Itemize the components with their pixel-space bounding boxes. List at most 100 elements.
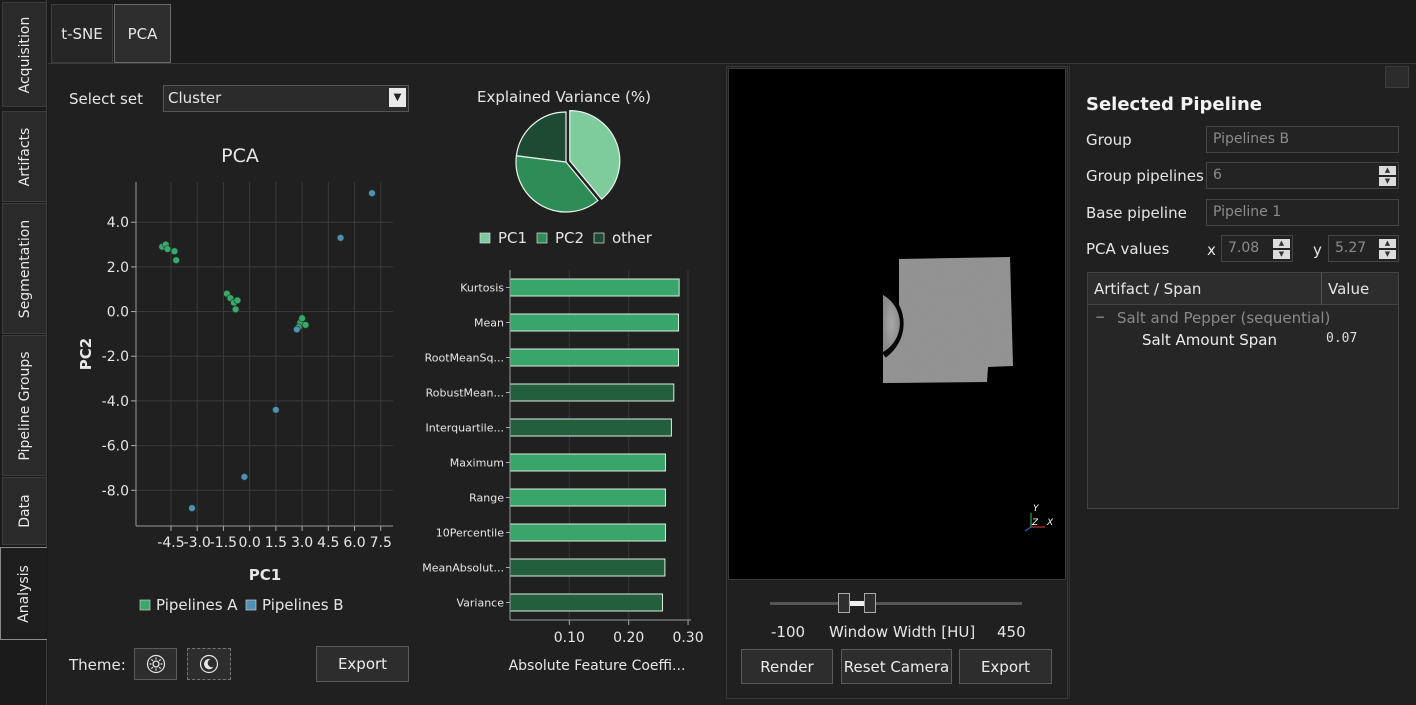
scatter-point [231, 305, 240, 314]
scatter-point [163, 245, 172, 253]
reset-camera-button[interactable]: Reset Camera [841, 649, 952, 684]
legend-swatch [593, 232, 605, 244]
x-tick-label: 0.20 [613, 630, 644, 646]
spin-up-icon[interactable]: ▲ [1379, 166, 1396, 175]
pca-x-label: x [1207, 241, 1216, 259]
group-pipelines-label: Group pipelines [1086, 167, 1204, 185]
spin-down-icon[interactable]: ▼ [1379, 250, 1396, 259]
window-slider-track[interactable] [770, 602, 1022, 605]
collapse-icon[interactable]: − [1095, 310, 1105, 324]
group-field[interactable]: Pipelines B [1206, 126, 1399, 153]
bar [509, 453, 666, 472]
sidebar-tab-label: Acquisition [16, 16, 33, 93]
pca-scatter-chart: PCA-4.5-3.0-1.5 0.0 1.5 3.0 4.5 6.0 7.54.02.00… [77, 145, 393, 614]
scatter-point [188, 504, 196, 512]
x-tick-label: 0.30 [672, 630, 703, 646]
legend-swatch [245, 599, 257, 611]
base-pipeline-field[interactable]: Pipeline 1 [1206, 199, 1399, 226]
select-set-label: Select set [69, 90, 143, 108]
spin-down-icon[interactable]: ▼ [1379, 177, 1396, 186]
theme-label: Theme: [69, 656, 126, 674]
scatter-point [240, 473, 249, 481]
tree-child-label[interactable]: Salt Amount Span [1142, 331, 1277, 349]
y-tick-label: -4.0 [102, 394, 129, 410]
sidebar-tab-pipeline-groups[interactable]: Pipeline Groups [2, 335, 46, 476]
group-label: Group [1086, 131, 1132, 149]
pca-y-value: 5.27 [1335, 240, 1367, 256]
scatter-point [293, 325, 301, 334]
bar [509, 488, 666, 507]
bar-category-label: Variance [456, 597, 504, 610]
explained-variance-pie-chart: Explained Variance (%) PC1 PC2 other [477, 88, 653, 247]
x-tick-label: 0.10 [554, 630, 585, 646]
scatter-point [170, 247, 179, 255]
pie-title: Explained Variance (%) [477, 88, 651, 106]
x-tick-label: 3.0 [291, 535, 313, 551]
select-set-value: Cluster [168, 89, 222, 107]
x-tick-label: 7.5 [370, 535, 392, 551]
spin-down-icon[interactable]: ▼ [1273, 250, 1290, 259]
y-tick-label: 4.0 [107, 215, 129, 231]
spin-up-icon[interactable]: ▲ [1273, 239, 1290, 248]
x-tick-label: -1.5 [210, 535, 237, 551]
legend-swatch [536, 232, 548, 244]
chevron-down-icon[interactable]: ▼ [389, 88, 406, 107]
sun-icon [146, 654, 165, 674]
group-pipelines-value: 6 [1213, 167, 1222, 183]
y-tick-label: -8.0 [102, 483, 129, 499]
artifact-span-column-header[interactable]: Artifact / Span [1088, 273, 1322, 305]
x-tick-label: 1.5 [265, 535, 287, 551]
scatter-point [172, 256, 180, 264]
scatter-point [272, 406, 280, 414]
scatter-point [233, 296, 242, 305]
window-min-value: -100 [771, 623, 806, 641]
y-tick-label: -6.0 [102, 439, 129, 455]
bar [509, 593, 664, 612]
sidebar-tab-label: Segmentation [16, 219, 33, 318]
y-axis-label: PC2 [77, 338, 95, 370]
group-pipelines-spinbox[interactable]: 6 ▲ ▼ [1206, 162, 1399, 189]
close-panel-button[interactable] [1385, 66, 1409, 88]
light-theme-button[interactable] [134, 648, 177, 680]
pca-x-spinbox[interactable]: 7.08 ▲ ▼ [1221, 235, 1293, 262]
render-button[interactable]: Render [741, 649, 833, 684]
pca-x-value: 7.08 [1228, 240, 1260, 256]
export-view-button[interactable]: Export [959, 649, 1052, 684]
sidebar-tab-label: Data [16, 494, 33, 528]
volume-render: Y Z X [880, 257, 1054, 532]
bar-category-label: Range [469, 492, 504, 505]
tab-pca[interactable]: PCA [114, 4, 171, 63]
sidebar-tab-data[interactable]: Data [2, 477, 46, 545]
volume-viewer[interactable]: Y Z X [728, 68, 1066, 580]
window-slider-max-handle[interactable] [864, 593, 876, 613]
sidebar-tab-acquisition[interactable]: Acquisition [2, 2, 46, 107]
sidebar-tab-label: Artifacts [16, 127, 33, 186]
artifact-span-tree[interactable]: Artifact / Span Value − Salt and Pepper … [1087, 272, 1399, 509]
sidebar-tab-analysis[interactable]: Analysis [0, 547, 47, 640]
pca-y-spinbox[interactable]: 5.27 ▲ ▼ [1328, 235, 1399, 262]
tab-t-sne[interactable]: t-SNE [51, 4, 113, 63]
select-set-combo[interactable]: Cluster ▼ [163, 85, 409, 112]
x-axis-label: Absolute Feature Coeffi... [509, 658, 686, 674]
axis-z-label: Z [1031, 518, 1039, 528]
sidebar-tab-label: Analysis [16, 564, 32, 623]
legend-label: other [612, 229, 653, 247]
sidebar-tab-segmentation[interactable]: Segmentation [2, 203, 46, 334]
dark-theme-button[interactable] [187, 648, 231, 680]
value-column-header[interactable]: Value [1322, 273, 1398, 305]
sidebar-tab-artifacts[interactable]: Artifacts [2, 111, 46, 202]
y-tick-label: 2.0 [107, 260, 129, 276]
legend-label: Pipelines A [156, 596, 238, 614]
window-slider-min-handle[interactable] [838, 593, 850, 613]
bar-category-label: Kurtosis [460, 282, 504, 295]
bar [509, 418, 672, 437]
bar [509, 383, 675, 402]
spin-up-icon[interactable]: ▲ [1379, 239, 1396, 248]
export-chart-button[interactable]: Export [316, 646, 409, 682]
axis-x-label: X [1046, 518, 1054, 528]
scatter-point [298, 314, 306, 322]
tree-group-row[interactable]: Salt and Pepper (sequential) [1117, 309, 1330, 327]
selected-pipeline-title: Selected Pipeline [1086, 94, 1263, 115]
x-tick-label: -3.0 [184, 535, 211, 551]
scatter-point [301, 321, 310, 329]
